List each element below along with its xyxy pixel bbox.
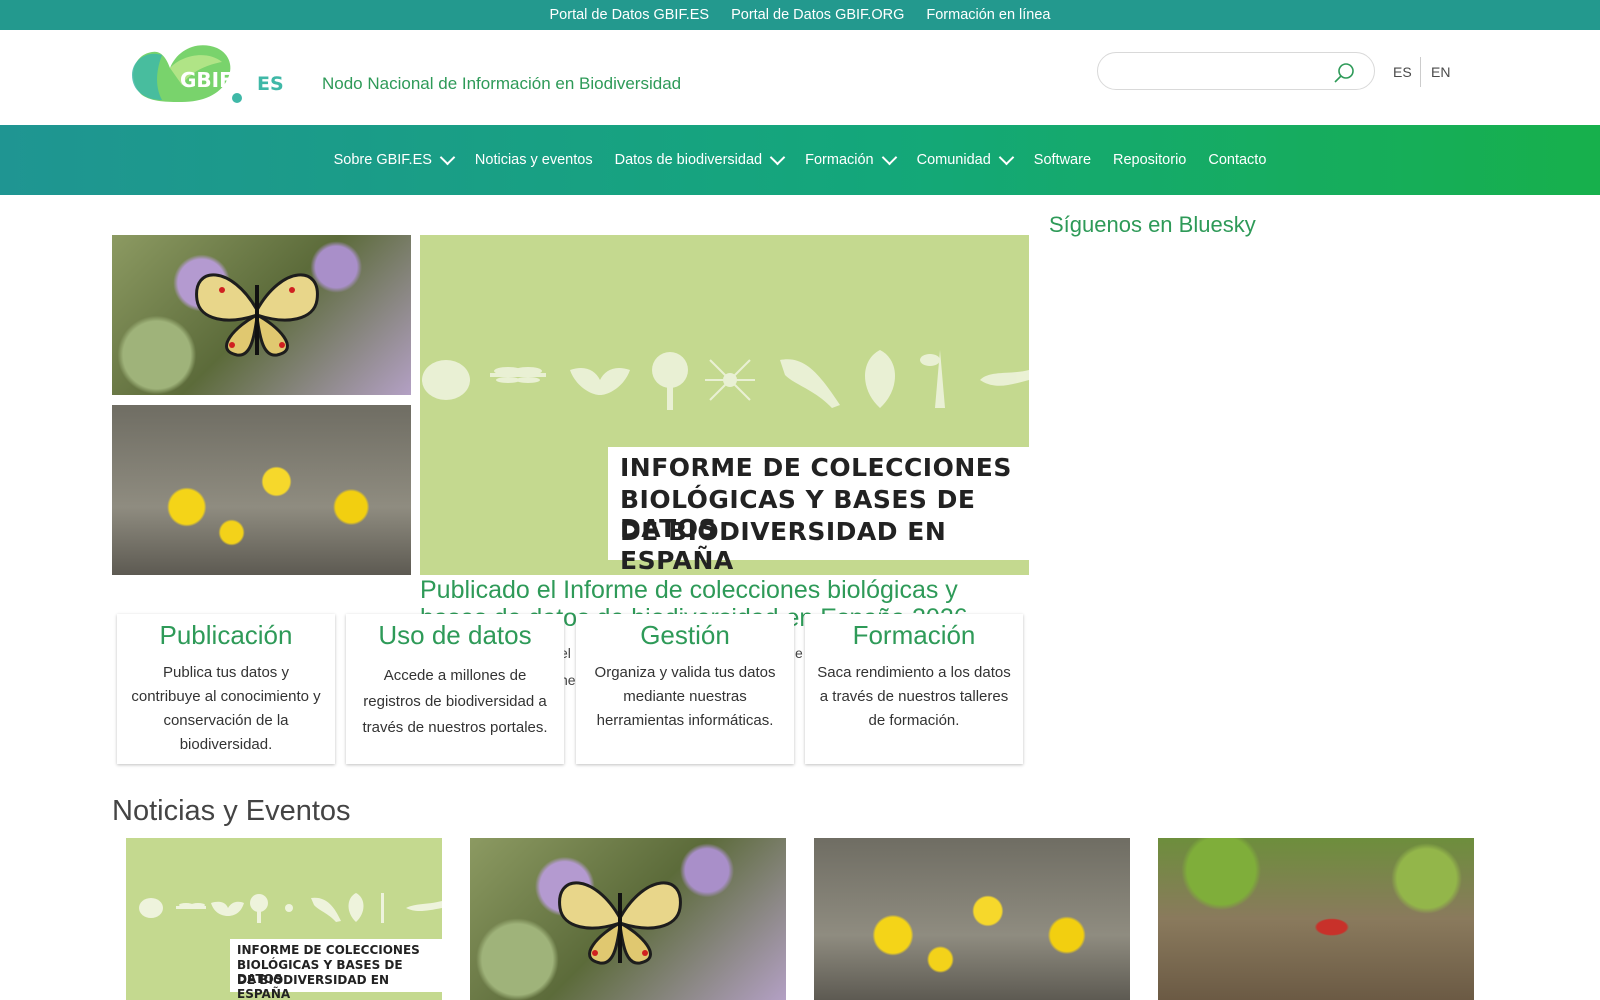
top-link-online-training[interactable]: Formación en línea: [926, 7, 1050, 23]
chevron-down-icon: [998, 149, 1015, 166]
top-link-gbif-org[interactable]: Portal de Datos GBIF.ORG: [731, 7, 904, 23]
nav-item-training[interactable]: Formación: [805, 149, 897, 168]
news-banner-line: DE BIODIVERSIDAD EN ESPAÑA: [237, 973, 390, 1000]
card-description: Publica tus datos y contribuye al conoci…: [131, 664, 321, 753]
nav-label: Sobre GBIF.ES: [333, 152, 432, 168]
hero-banner-line: DE BIODIVERSIDAD EN ESPAÑA: [620, 517, 947, 575]
nav-label: Formación: [805, 152, 874, 168]
news-item-fungus[interactable]: [1158, 838, 1474, 1000]
hero-banner-line: INFORME DE COLECCIONES: [620, 453, 1012, 482]
slider-thumb-flowers[interactable]: [112, 405, 411, 575]
top-link-gbif-es[interactable]: Portal de Datos GBIF.ES: [550, 7, 710, 23]
search-box: [1097, 52, 1375, 90]
card-data-use[interactable]: Uso de datos Accede a millones de regist…: [346, 614, 564, 764]
search-input[interactable]: [1114, 61, 1318, 83]
nav-item-repository[interactable]: Repositorio: [1113, 152, 1186, 168]
nav-item-news[interactable]: Noticias y eventos: [475, 152, 593, 168]
gbif-es-logo[interactable]: GBIF ES: [122, 40, 290, 110]
card-description: Organiza y valida tus datos mediante nue…: [594, 664, 776, 729]
butterfly-image: [558, 881, 682, 965]
news-report-title-box: INFORME DE COLECCIONES BIOLÓGICAS Y BASE…: [230, 939, 442, 1000]
svg-text:GBIF: GBIF: [180, 68, 233, 92]
news-section-title: Noticias y Eventos: [112, 795, 351, 827]
nav-label: Software: [1033, 152, 1092, 168]
bluesky-follow-link[interactable]: Síguenos en Bluesky: [1049, 212, 1256, 238]
nav-label: Contacto: [1208, 152, 1267, 168]
nav-item-community[interactable]: Comunidad: [916, 149, 1015, 168]
card-publication[interactable]: Publicación Publica tus datos y contribu…: [117, 614, 335, 764]
svg-text:ES: ES: [257, 73, 284, 95]
site-header: GBIF ES Nodo Nacional de Información en …: [0, 30, 1600, 124]
nav-item-contact[interactable]: Contacto: [1208, 152, 1266, 168]
news-item-flowers[interactable]: [814, 838, 1130, 1000]
top-links-bar: Portal de Datos GBIF.ES Portal de Datos …: [0, 0, 1600, 30]
card-description: Saca rendimiento a los datos a través de…: [817, 664, 1011, 729]
lang-es-link[interactable]: ES: [1393, 64, 1412, 80]
nav-item-about[interactable]: Sobre GBIF.ES: [333, 149, 456, 168]
news-item-report[interactable]: INFORME DE COLECCIONES BIOLÓGICAS Y BASE…: [126, 838, 442, 1000]
search-icon[interactable]: [1332, 61, 1356, 85]
news-banner-line: INFORME DE COLECCIONES: [237, 943, 420, 957]
card-description: Accede a millones de registros de biodiv…: [362, 667, 548, 736]
chevron-down-icon: [881, 149, 897, 166]
lang-en-link[interactable]: EN: [1431, 64, 1450, 80]
nav-label: Datos de biodiversidad: [614, 152, 763, 168]
site-subtitle: Nodo Nacional de Información en Biodiver…: [322, 74, 682, 93]
card-title: Uso de datos: [378, 620, 532, 650]
chevron-down-icon: [769, 149, 786, 166]
butterfly-image: [195, 273, 319, 357]
lang-separator: [1420, 57, 1421, 87]
main-nav: Sobre GBIF.ES Noticias y eventos Datos d…: [0, 125, 1600, 195]
nav-label: Comunidad: [916, 152, 991, 168]
nav-item-biodiversity-data[interactable]: Datos de biodiversidad: [614, 149, 786, 168]
hero-banner[interactable]: INFORME DE COLECCIONES BIOLÓGICAS Y BASE…: [420, 235, 1029, 575]
nav-label: Repositorio: [1113, 152, 1187, 168]
card-title: Publicación: [159, 620, 293, 650]
nav-item-software[interactable]: Software: [1034, 152, 1091, 168]
news-item-butterfly[interactable]: [470, 838, 786, 1000]
nav-label: Noticias y eventos: [474, 152, 593, 168]
hero-excerpt-fragment: e: [795, 645, 803, 661]
species-silhouettes-image: [422, 350, 1029, 410]
card-training[interactable]: Formación Saca rendimiento a los datos a…: [805, 614, 1023, 764]
card-title: Gestión: [640, 620, 730, 650]
hero-title-box: INFORME DE COLECCIONES BIOLÓGICAS Y BASE…: [608, 447, 1029, 575]
chevron-down-icon: [439, 149, 456, 166]
slider-thumb-butterfly[interactable]: [112, 235, 411, 395]
card-management[interactable]: Gestión Organiza y valida tus datos medi…: [576, 614, 794, 764]
species-silhouettes-image: [139, 893, 442, 923]
card-title: Formación: [852, 620, 976, 650]
